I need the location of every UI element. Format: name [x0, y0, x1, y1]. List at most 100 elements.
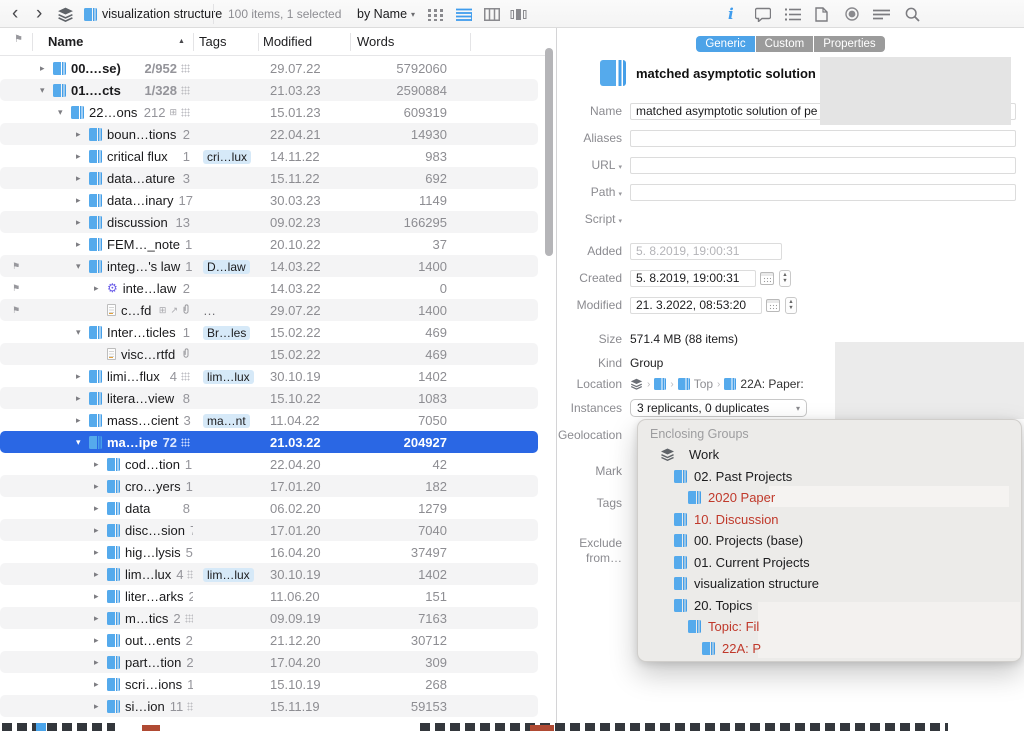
- disclosure-triangle[interactable]: ▸: [76, 393, 89, 404]
- enclosing-group-item[interactable]: 02. Past Projects: [638, 466, 1021, 488]
- list-item[interactable]: ▸critical flux1cri…lux14.11.22983: [0, 145, 538, 167]
- tag-pill[interactable]: lim…lux: [203, 370, 254, 384]
- list-view-button[interactable]: [456, 0, 472, 28]
- list-item[interactable]: ▾01.…cts1/32821.03.232590884: [0, 79, 538, 101]
- disclosure-triangle[interactable]: ▸: [94, 481, 107, 492]
- tab-custom[interactable]: Custom: [756, 36, 814, 52]
- columns-view-button[interactable]: [484, 0, 500, 28]
- column-header-words[interactable]: Words: [357, 34, 394, 49]
- disclosure-triangle[interactable]: ▸: [94, 657, 107, 668]
- enclosing-group-item[interactable]: visualization structure: [638, 573, 1021, 595]
- disclosure-triangle[interactable]: ▸: [76, 129, 89, 140]
- disclosure-triangle[interactable]: ▸: [94, 613, 107, 624]
- list-item[interactable]: ⚑▾integ…'s law1D…law14.03.221400: [0, 255, 538, 277]
- search-icon[interactable]: [905, 0, 920, 28]
- sidebar-icon[interactable]: [57, 0, 74, 28]
- list-item[interactable]: ▸liter…arks211.06.20151: [0, 585, 538, 607]
- enclosing-group-item[interactable]: Work: [638, 444, 1021, 466]
- scrollbar-thumb[interactable]: [545, 48, 553, 256]
- flag-column-header[interactable]: ⚑: [14, 34, 23, 45]
- disclosure-triangle[interactable]: ▾: [76, 437, 89, 448]
- list-item[interactable]: ▸m…tics209.09.197163: [0, 607, 538, 629]
- info-icon[interactable]: i: [728, 0, 734, 28]
- calendar-icon[interactable]: [766, 299, 780, 312]
- modified-field[interactable]: 21. 3.2022, 08:53:20: [630, 297, 762, 314]
- list-item[interactable]: ▸FEM…_note120.10.2237: [0, 233, 538, 255]
- column-header-name[interactable]: Name: [48, 34, 83, 49]
- enclosing-group-item[interactable]: 00. Projects (base): [638, 530, 1021, 552]
- disclosure-triangle[interactable]: ▸: [94, 525, 107, 536]
- sort-button[interactable]: by Name▾: [357, 0, 415, 28]
- log-icon[interactable]: [873, 0, 890, 28]
- concordance-icon[interactable]: [845, 0, 859, 28]
- enclosing-group-item[interactable]: Topic: Fil: [638, 616, 1021, 638]
- tag-pill[interactable]: Br…les: [203, 326, 250, 340]
- forward-button[interactable]: ›: [36, 0, 42, 28]
- list-item[interactable]: ▸mass…cient3ma…nt11.04.227050: [0, 409, 538, 431]
- list-item[interactable]: ▸boun…tions222.04.2114930: [0, 123, 538, 145]
- aliases-field[interactable]: [630, 130, 1016, 147]
- enclosing-group-item[interactable]: 22A: P: [638, 638, 1021, 660]
- disclosure-triangle[interactable]: ▸: [94, 503, 107, 514]
- chevron-down-icon[interactable]: ▾: [618, 164, 622, 171]
- list-item[interactable]: ▸hig…lysis516.04.2037497: [0, 541, 538, 563]
- list-item[interactable]: ▸00.…se)2/95229.07.225792060: [0, 57, 538, 79]
- enclosing-group-item[interactable]: 20. Topics: [638, 595, 1021, 617]
- created-field[interactable]: 5. 8.2019, 19:00:31: [630, 270, 756, 287]
- list-item[interactable]: ▸scri…ions115.10.19268: [0, 673, 538, 695]
- list-item[interactable]: ▸data…inary1730.03.231149: [0, 189, 538, 211]
- tab-properties[interactable]: Properties: [814, 36, 884, 52]
- annotations-icon[interactable]: [755, 0, 771, 28]
- list-item[interactable]: ⚑c…fd⊞↗…29.07.221400: [0, 299, 538, 321]
- disclosure-triangle[interactable]: ▸: [94, 679, 107, 690]
- chevron-down-icon[interactable]: ▾: [618, 218, 622, 225]
- chevron-down-icon[interactable]: ▾: [618, 191, 622, 198]
- list-item[interactable]: ▸part…tion217.04.20309: [0, 651, 538, 673]
- disclosure-triangle[interactable]: ▸: [76, 371, 89, 382]
- path-field[interactable]: [630, 184, 1016, 201]
- date-stepper[interactable]: ▲▼: [779, 270, 791, 287]
- disclosure-triangle[interactable]: ▸: [76, 151, 89, 162]
- list-item[interactable]: ▸litera…view815.10.221083: [0, 387, 538, 409]
- tag-pill[interactable]: cri…lux: [203, 150, 251, 164]
- list-item[interactable]: ▾ma…ipe7221.03.22204927: [0, 431, 538, 453]
- icons-view-button[interactable]: [428, 0, 443, 28]
- instances-dropdown[interactable]: 3 replicants, 0 duplicates▾: [630, 399, 807, 417]
- disclosure-triangle[interactable]: ▸: [94, 547, 107, 558]
- disclosure-triangle[interactable]: ▸: [76, 239, 89, 250]
- list-item[interactable]: ▾22…ons212⊞15.01.23609319: [0, 101, 538, 123]
- list-item[interactable]: ▸cod…tion122.04.2042: [0, 453, 538, 475]
- disclosure-triangle[interactable]: ▸: [94, 701, 107, 712]
- disclosure-triangle[interactable]: ▸: [94, 635, 107, 646]
- contents-icon[interactable]: [785, 0, 801, 28]
- date-stepper[interactable]: ▲▼: [785, 297, 797, 314]
- pane-divider[interactable]: [556, 0, 557, 731]
- list-item[interactable]: ▸data806.02.201279: [0, 497, 538, 519]
- document-icon[interactable]: [815, 0, 828, 28]
- disclosure-triangle[interactable]: ▾: [58, 107, 71, 118]
- disclosure-triangle[interactable]: ▸: [94, 569, 107, 580]
- disclosure-triangle[interactable]: ▸: [76, 415, 89, 426]
- list-item[interactable]: ▸discussion1309.02.23166295: [0, 211, 538, 233]
- list-item[interactable]: ▸si…ion1115.11.1959153: [0, 695, 538, 717]
- disclosure-triangle[interactable]: ▾: [76, 327, 89, 338]
- disclosure-triangle[interactable]: ▾: [76, 261, 89, 272]
- disclosure-triangle[interactable]: ▸: [76, 217, 89, 228]
- list-item[interactable]: ▸disc…sion717.01.207040: [0, 519, 538, 541]
- url-field[interactable]: [630, 157, 1016, 174]
- tag-pill[interactable]: D…law: [203, 260, 250, 274]
- enclosing-group-item[interactable]: 10. Discussion: [638, 509, 1021, 531]
- list-item[interactable]: ▸limi…flux4lim…lux30.10.191402: [0, 365, 538, 387]
- coverflow-view-button[interactable]: [510, 0, 527, 28]
- disclosure-triangle[interactable]: ▸: [76, 173, 89, 184]
- disclosure-triangle[interactable]: ▸: [76, 195, 89, 206]
- disclosure-triangle[interactable]: ▸: [94, 283, 107, 294]
- list-item[interactable]: visc…rtfd15.02.22469: [0, 343, 538, 365]
- list-item[interactable]: ⚑▸⚙inte…law214.03.220: [0, 277, 538, 299]
- location-path[interactable]: › › Top › 22A: Paper:: [630, 377, 804, 391]
- list-item[interactable]: ▸cro…yers117.01.20182: [0, 475, 538, 497]
- tag-pill[interactable]: ma…nt: [203, 414, 250, 428]
- calendar-icon[interactable]: [760, 272, 774, 285]
- back-button[interactable]: ‹: [12, 0, 18, 28]
- disclosure-triangle[interactable]: ▸: [40, 63, 53, 74]
